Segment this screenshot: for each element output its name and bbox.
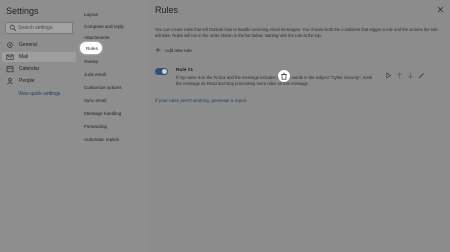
rule-name: Rule #1 [176, 68, 194, 73]
search-icon [9, 24, 17, 32]
subnav-item-sweep[interactable]: Sweep [84, 59, 98, 64]
toggle-knob [162, 69, 167, 74]
subnav-item-compose-and-reply[interactable]: Compose and reply [84, 24, 124, 29]
edit-rule-icon[interactable] [418, 72, 425, 79]
trash-icon [281, 72, 287, 80]
search-settings-box[interactable] [5, 22, 73, 34]
subnav-item-layout[interactable]: Layout [84, 12, 98, 17]
page-title: Rules [155, 5, 179, 15]
add-new-rule-label: Add new rule [165, 47, 192, 53]
rule-row: Rule #1 If my name is in the To box and … [150, 64, 450, 86]
move-up-icon[interactable] [396, 72, 403, 79]
subnav-item-customize-actions[interactable]: Customize actions [84, 85, 122, 90]
people-icon [6, 77, 14, 85]
delete-rule-button[interactable] [278, 70, 290, 82]
rule-actions [385, 72, 425, 79]
subnav-item-attachments[interactable]: Attachments [84, 35, 110, 40]
subnav-item-automatic-replies[interactable]: Automatic replies [84, 137, 119, 142]
mail-icon [6, 54, 14, 60]
nav-item-people[interactable]: People [2, 76, 76, 86]
nav-item-label: Mail [19, 54, 29, 60]
subnav-item-rules[interactable]: Rules [86, 46, 98, 51]
mail-settings-subnav: Layout Compose and reply Attachments Swe… [78, 0, 150, 252]
add-new-rule-button[interactable]: Add new rule [155, 47, 192, 53]
rule-description: If my name is in the To box and the mess… [176, 75, 373, 86]
plus-icon [155, 47, 161, 53]
nav-item-calendar[interactable]: Calendar [2, 64, 76, 74]
view-quick-settings-link[interactable]: View quick settings [18, 91, 60, 97]
nav-item-label: Calendar [19, 66, 40, 72]
nav-item-mail[interactable]: Mail [2, 52, 76, 62]
search-settings-input[interactable] [18, 23, 72, 33]
close-icon[interactable] [437, 6, 444, 13]
run-rule-icon[interactable] [385, 72, 392, 79]
settings-title: Settings [6, 6, 39, 16]
rules-description: You can create rules that tell Outlook h… [155, 27, 438, 39]
nav-item-general[interactable]: General [2, 40, 76, 50]
rule-enabled-toggle[interactable] [155, 68, 168, 75]
generate-report-link[interactable]: If your rules aren't working, generate a… [155, 98, 248, 103]
subnav-item-junk-email[interactable]: Junk email [84, 72, 106, 77]
subnav-item-message-handling[interactable]: Message handling [84, 111, 121, 116]
move-down-icon[interactable] [407, 72, 414, 79]
subnav-item-sync-email[interactable]: Sync email [84, 98, 106, 103]
settings-left-nav: Settings General Mail Calendar [0, 0, 78, 252]
gear-icon [7, 42, 13, 48]
nav-item-label: General [19, 42, 37, 48]
subnav-item-forwarding[interactable]: Forwarding [84, 124, 107, 129]
calendar-icon [6, 66, 14, 73]
nav-item-label: People [19, 78, 35, 84]
rules-panel: Rules You can create rules that tell Out… [150, 0, 450, 252]
